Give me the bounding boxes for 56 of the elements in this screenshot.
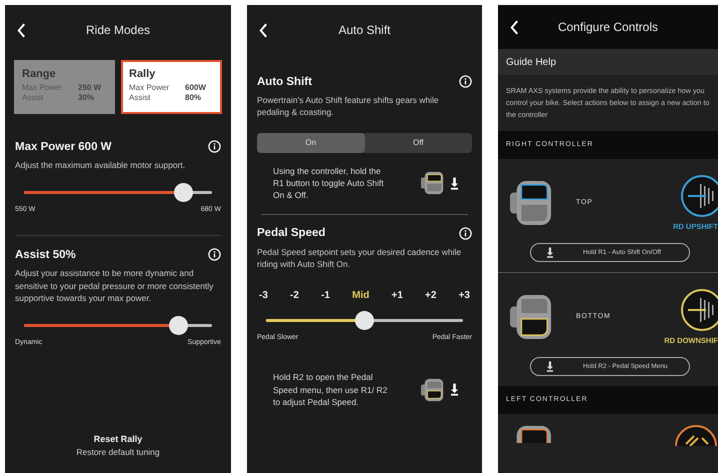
section-title: Auto Shift <box>257 76 312 88</box>
back-icon[interactable] <box>510 20 519 34</box>
back-icon[interactable] <box>259 22 268 38</box>
controller-icon <box>421 171 445 196</box>
shift-action-icon[interactable] <box>674 424 718 446</box>
instruction-text: Using the controller, hold the R1 button to toggle Auto Shift On & Off. <box>273 164 385 202</box>
pedal-speed-step[interactable]: -3 <box>259 290 268 302</box>
mode-name: Rally <box>129 68 156 80</box>
section-description: Pedal Speed setpoint sets your desired cadence while riding with Auto Shift On. <box>257 246 462 270</box>
pedal-speed-step[interactable]: Mid <box>352 290 370 302</box>
stat-value: 600W <box>185 83 206 92</box>
press-icon <box>451 176 458 190</box>
mode-card[interactable]: Rally Max Power 600W Assist 80% <box>121 60 222 114</box>
shift-action-icon[interactable] <box>680 288 718 332</box>
pedal-speed-step[interactable]: -1 <box>321 290 330 302</box>
instruction-text: Hold R2 to open the Pedal Speed menu, then use R1/ R2 to adjust Pedal Speed. <box>273 371 388 408</box>
press-icon <box>451 383 458 396</box>
section-description: Powertrain's Auto Shift feature shifts gears while pedaling & coasting. <box>257 94 440 119</box>
section-title: Pedal Speed <box>257 227 326 240</box>
stat-value: 30% <box>78 93 94 102</box>
slider-thumb[interactable] <box>355 311 374 330</box>
section-description: Adjust the maximum available motor support. <box>15 159 186 172</box>
stat-value: 250 W <box>78 83 102 92</box>
controller-icon <box>421 378 445 402</box>
stat-label: Assist <box>129 93 152 102</box>
pedal-speed-step[interactable]: +1 <box>392 290 403 302</box>
slider-thumb[interactable] <box>174 183 194 202</box>
section-description: Adjust your assistance to be more dynamic and sensitive to your pedal pressure or more consistently supportive towards your max power. <box>15 267 214 304</box>
pedal-speed-step[interactable]: -2 <box>290 290 299 302</box>
controller-drawing <box>510 178 552 227</box>
section-title: Max Power 600 W <box>15 140 112 152</box>
pedal-speed-step[interactable]: +3 <box>458 290 470 302</box>
press-icon <box>547 360 553 372</box>
stat-label: Max Power <box>129 83 170 92</box>
pedal-speed-step[interactable]: +2 <box>425 290 436 302</box>
section-title: Assist 50% <box>15 248 76 261</box>
controller-drawing <box>510 292 552 341</box>
reset-button[interactable]: Reset Rally <box>94 434 142 444</box>
slider-thumb[interactable] <box>168 316 188 336</box>
info-icon[interactable] <box>459 226 472 240</box>
guide-help-row[interactable]: Guide Help <box>498 49 718 75</box>
screen-title: Configure Controls <box>556 20 660 34</box>
press-icon <box>547 246 553 258</box>
info-icon[interactable] <box>459 75 472 88</box>
info-icon[interactable] <box>208 248 221 262</box>
stat-value: 80% <box>185 93 202 102</box>
toggle-option[interactable]: Off <box>364 132 472 153</box>
reset-subtitle: Restore default tuning <box>76 447 160 457</box>
guide-help-label: Guide Help <box>506 56 556 68</box>
info-icon[interactable] <box>208 140 221 153</box>
shift-action-icon[interactable] <box>680 174 718 218</box>
screen-title: Ride Modes <box>84 23 152 37</box>
toggle-option[interactable]: On <box>257 132 364 153</box>
screen-title: Auto Shift <box>337 23 392 37</box>
back-icon[interactable] <box>17 22 26 38</box>
mode-name: Range <box>22 68 57 80</box>
